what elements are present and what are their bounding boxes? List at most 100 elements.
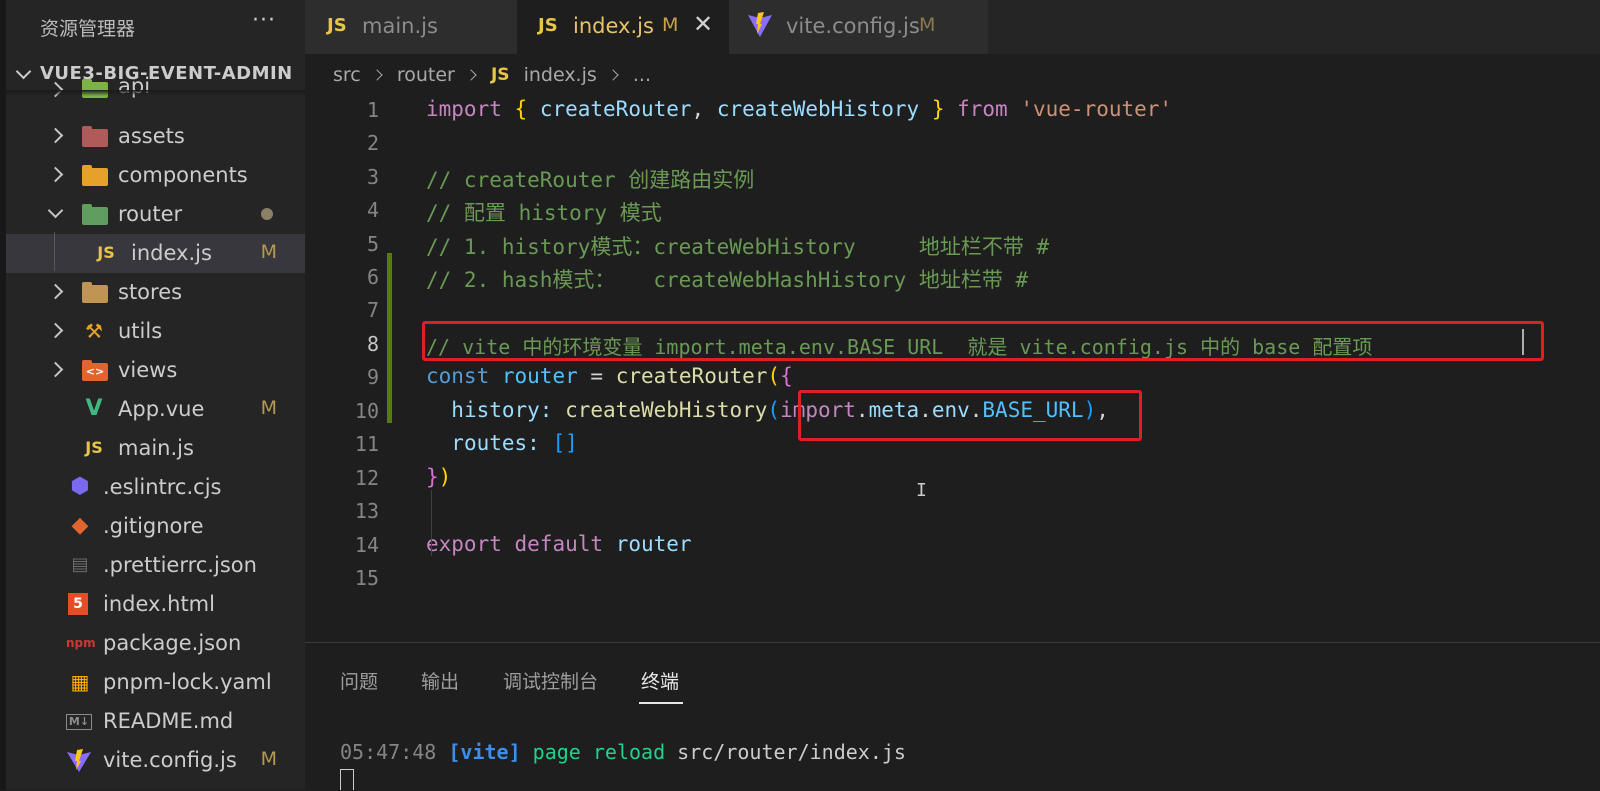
- prettier-icon: ▤: [71, 554, 89, 575]
- folder-utils-icon: ⚒: [85, 319, 103, 343]
- tab-index-js[interactable]: JS index.js M ✕: [517, 0, 729, 54]
- scroll-shadow: [6, 90, 305, 96]
- tree-item-api[interactable]: api: [6, 74, 305, 117]
- js-file-icon: JS: [327, 15, 347, 36]
- line-number: 13: [354, 499, 379, 523]
- tree-item-index-html[interactable]: 5 index.html: [6, 585, 305, 624]
- tree-item-router[interactable]: router: [6, 195, 305, 234]
- tree-item-views[interactable]: <> views: [6, 351, 305, 390]
- tab-terminal[interactable]: 终端: [641, 667, 679, 694]
- code-line: 12 }): [305, 461, 1600, 494]
- breadcrumb: src router JS index.js ...: [333, 63, 651, 89]
- line-number: 10: [354, 399, 379, 423]
- line-number: 14: [354, 533, 379, 557]
- code-line: 1 import { createRouter, createWebHistor…: [305, 93, 1600, 126]
- bottom-panel: 问题 输出 调试控制台 终端 05:47:48 [vite] page relo…: [305, 642, 1600, 791]
- js-file-icon: JS: [97, 243, 115, 262]
- tree-item-readme[interactable]: M↓ README.md: [6, 702, 305, 741]
- line-number: 11: [354, 432, 379, 456]
- folder-icon: [82, 282, 108, 303]
- tree-item-gitignore[interactable]: ◆ .gitignore: [6, 507, 305, 546]
- code-editor[interactable]: 1 import { createRouter, createWebHistor…: [305, 93, 1600, 613]
- chevron-right-icon: [47, 322, 64, 339]
- tab-output[interactable]: 输出: [421, 667, 459, 694]
- folder-components-icon: [82, 165, 108, 186]
- modified-dot: [261, 208, 273, 220]
- tab-vite-config[interactable]: vite.config.js M: [729, 0, 988, 54]
- modified-badge: M: [260, 748, 277, 770]
- tree-item-pnpm-lock[interactable]: ▦ pnpm-lock.yaml: [6, 663, 305, 702]
- explorer-header: 资源管理器 ···: [6, 0, 305, 52]
- mouse-ibeam-icon: I: [916, 480, 927, 501]
- chevron-down-icon: [15, 63, 32, 80]
- breadcrumb-file[interactable]: index.js: [524, 64, 597, 86]
- tab-main-js[interactable]: JS main.js: [305, 0, 517, 54]
- npm-icon: npm: [66, 636, 96, 650]
- js-file-icon: JS: [490, 64, 510, 85]
- explorer-sidebar: 资源管理器 ··· VUE3-BIG-EVENT-ADMIN api asset…: [6, 0, 305, 790]
- code-line: 3 // createRouter 创建路由实例: [305, 160, 1600, 193]
- line-number: 7: [366, 298, 379, 322]
- code-line: 15: [305, 561, 1600, 594]
- active-tab-indicator: [639, 702, 683, 704]
- modified-badge: M: [919, 14, 936, 36]
- code-line: 2: [305, 126, 1600, 159]
- code-line: 13: [305, 494, 1600, 527]
- chevron-right-icon: [371, 68, 383, 81]
- tree-item-index-js[interactable]: JS index.js M: [6, 234, 305, 273]
- line-number: 3: [366, 165, 379, 189]
- editor-tab-bar: JS main.js JS index.js M ✕ vite.config.j…: [305, 0, 1600, 54]
- tree-item-package-json[interactable]: npm package.json: [6, 624, 305, 663]
- folder-router-icon: [82, 204, 108, 225]
- more-actions-icon[interactable]: ···: [252, 8, 276, 33]
- js-file-icon: JS: [85, 438, 103, 457]
- line-number: 5: [366, 232, 379, 256]
- chevron-right-icon: [607, 68, 619, 81]
- modified-badge: M: [260, 397, 277, 419]
- tree-item-app-vue[interactable]: V App.vue M: [6, 390, 305, 429]
- chevron-right-icon: [465, 68, 477, 81]
- tree-item-eslintrc[interactable]: ⬢ .eslintrc.cjs: [6, 468, 305, 507]
- vite-icon: [66, 749, 92, 772]
- folder-assets-icon: [82, 126, 108, 147]
- code-line: 14 export default router: [305, 528, 1600, 561]
- tree-item-prettierrc[interactable]: ▤ .prettierrc.json: [6, 546, 305, 585]
- tab-problems[interactable]: 问题: [340, 667, 378, 694]
- close-icon[interactable]: ✕: [693, 10, 713, 38]
- code-line: 9 const router = createRouter({: [305, 360, 1600, 393]
- explorer-title: 资源管理器: [40, 18, 136, 40]
- chevron-right-icon: [47, 127, 64, 144]
- line-number: 9: [366, 365, 379, 389]
- tree-item-vite-config[interactable]: vite.config.js M: [6, 741, 305, 780]
- terminal-cursor: [340, 769, 354, 790]
- modified-badge: M: [662, 14, 679, 36]
- breadcrumb-symbol[interactable]: ...: [633, 64, 651, 86]
- modified-badge: M: [260, 241, 277, 263]
- tree-item-components[interactable]: components: [6, 156, 305, 195]
- terminal-output[interactable]: 05:47:48 [vite] page reload src/router/i…: [340, 740, 906, 764]
- markdown-icon: M↓: [66, 714, 92, 730]
- tree-item-main-js[interactable]: JS main.js: [6, 429, 305, 468]
- tab-debug-console[interactable]: 调试控制台: [503, 667, 598, 694]
- chevron-right-icon: [47, 283, 64, 300]
- breadcrumb-src[interactable]: src: [333, 64, 361, 86]
- code-line: 4 // 配置 history 模式: [305, 193, 1600, 226]
- code-line: 5 // 1. history模式：createWebHistory 地址栏不带…: [305, 227, 1600, 260]
- tree-item-assets[interactable]: assets: [6, 117, 305, 156]
- vue-file-icon: V: [85, 396, 103, 421]
- folder-views-icon: <>: [82, 360, 108, 381]
- tree-item-utils[interactable]: ⚒ utils: [6, 312, 305, 351]
- line-number: 1: [366, 98, 379, 122]
- tree-item-stores[interactable]: stores: [6, 273, 305, 312]
- eslint-icon: ⬢: [70, 474, 90, 499]
- line-number: 6: [366, 265, 379, 289]
- vite-icon: [747, 12, 773, 40]
- annotation-box: [422, 321, 1544, 361]
- html5-icon: 5: [68, 593, 88, 615]
- line-number: 12: [354, 466, 379, 490]
- annotation-box: [798, 390, 1142, 441]
- js-file-icon: JS: [538, 15, 558, 36]
- breadcrumb-router[interactable]: router: [397, 64, 455, 86]
- line-number: 2: [366, 131, 379, 155]
- code-line: 6 // 2. hash模式： createWebHashHistory 地址栏…: [305, 260, 1600, 293]
